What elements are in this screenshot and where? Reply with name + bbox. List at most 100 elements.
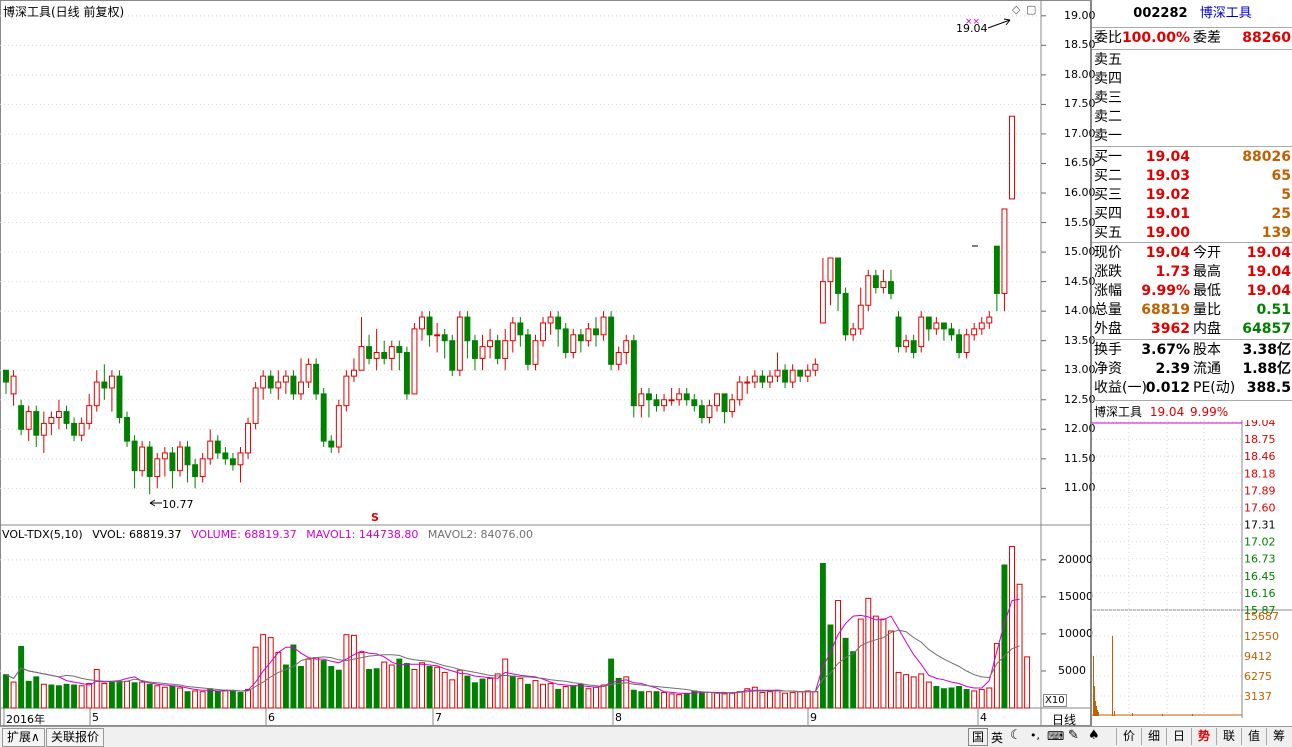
volume-bar [555,688,562,709]
candle-body [986,316,993,324]
divider [1092,49,1292,50]
volume-bar [139,681,146,709]
candle-body [313,363,320,395]
candle-body [547,316,554,324]
view-button[interactable]: 细 [1141,728,1166,745]
stock-name[interactable]: 博深工具 [1200,6,1252,21]
candle-body [71,422,78,436]
candle-body [645,393,652,401]
volume-bar [86,683,93,709]
volume-bar [524,683,531,709]
volume-bar [396,658,403,709]
volume-bar [154,685,161,709]
volume-bar [388,664,395,709]
candle-body [661,399,668,407]
mini-vol-tick: 3137 [1244,690,1272,703]
candle-body [33,411,40,436]
buy-row[interactable]: 买四 19.01 25 [1092,205,1292,224]
shirt-icon[interactable]: ♠ [1088,728,1100,743]
volume-bar [532,680,539,709]
volume-bar [146,683,153,709]
vol-unit: X10 [1043,694,1067,707]
stat-value: 9.99% [1141,283,1190,299]
buy-price: 19.02 [1145,187,1190,203]
volume-bar [479,678,486,709]
stat-label: 现价 [1094,245,1122,261]
dots-icon[interactable]: •, [1030,729,1040,742]
wrench-icon[interactable]: ✎ [1068,728,1079,743]
window-icon[interactable]: ▢ [1026,3,1036,16]
candle-body [562,328,569,354]
candle-body [184,446,191,466]
candle-body [963,334,970,354]
s-marker: S [371,511,379,524]
candle-body [328,440,335,448]
finance-label-2: 股本 [1193,342,1221,358]
buy-row[interactable]: 买三 19.02 5 [1092,186,1292,205]
diamond-icon[interactable]: ◇ [1012,3,1020,16]
volume-bar [335,669,342,709]
candle-body [577,334,584,342]
stat-value-2: 19.04 [1246,283,1291,299]
candle-body [78,422,85,436]
buy-row[interactable]: 买五 19.00 139 [1092,224,1292,243]
kline-chart[interactable]: ×× [0,0,1091,726]
ying-icon[interactable]: 英 [991,729,1003,746]
volume-bar [509,675,516,709]
volume-bar [494,673,501,709]
finance-row: 换手 3.67% 股本 3.38亿 [1092,341,1292,360]
weicha-value: 88260 [1242,30,1291,46]
view-button[interactable]: 筹 [1266,728,1291,745]
volume-bar [33,676,40,709]
keyboard-icon[interactable]: ⌨ [1047,729,1064,743]
intraday-chart[interactable]: 19.04 18.75 18.46 18.18 17.89 17.60 17.31 17.02… [1092,420,1292,718]
buy-row[interactable]: 买一 19.04 88026 [1092,148,1292,167]
volume-bar [426,666,433,709]
view-button[interactable]: 日 [1166,728,1191,745]
volume-bar [782,692,789,709]
view-button[interactable]: 价 [1116,728,1141,745]
buy-price: 19.00 [1145,225,1190,241]
candle-body [139,446,146,472]
view-button[interactable]: 势 [1191,728,1216,745]
volume-bar [918,673,925,709]
volume-bar [305,658,312,709]
stat-value-2: 64857 [1242,321,1291,337]
view-button[interactable]: 值 [1241,728,1266,745]
candle-body [630,340,637,407]
volume-bar [290,644,297,709]
mini-vol-tick: 6275 [1244,670,1272,683]
volume-bar [487,677,494,709]
candle-body [721,393,728,413]
expand-tab[interactable]: 扩展∧ [2,728,45,747]
candle-body [993,245,1000,294]
buy-row[interactable]: 买二 19.03 65 [1092,167,1292,186]
candle-body [282,375,289,383]
volume-bar [245,688,252,709]
mini-price-tick: 17.31 [1244,519,1276,532]
intraday-price: 19.04 [1149,405,1185,419]
candle-body [343,375,350,407]
view-button[interactable]: 联 [1216,728,1241,745]
candle-body [1009,115,1015,200]
moon-icon[interactable]: ☾ [1010,728,1022,743]
related-quotes-tab[interactable]: 关联报价 [46,728,105,747]
volume-bar [903,674,910,709]
candle-body [668,399,675,402]
candle-body [494,340,501,359]
candle-body [199,458,206,478]
candle-body [472,340,478,359]
volume-bar [540,683,546,709]
volume-bar [978,688,985,709]
finance-value-2: 388.5 [1246,380,1291,396]
volume-label: VOLUME: 68819.37 [191,528,297,541]
volume-bar [434,666,441,709]
candle-body [948,328,955,336]
candle-body [245,422,252,454]
volume-bar [101,683,108,709]
candle-body [585,328,592,342]
bottom-toolbar: 扩展∧ 关联报价 国 英 ☾ •, ⌨ ✎ ♠ 价细日势联值筹 [0,726,1292,747]
vvol-label: VVOL: 68819.37 [92,528,182,541]
guo-icon[interactable]: 国 [968,728,988,746]
finance-value: 0.012 [1145,380,1190,396]
